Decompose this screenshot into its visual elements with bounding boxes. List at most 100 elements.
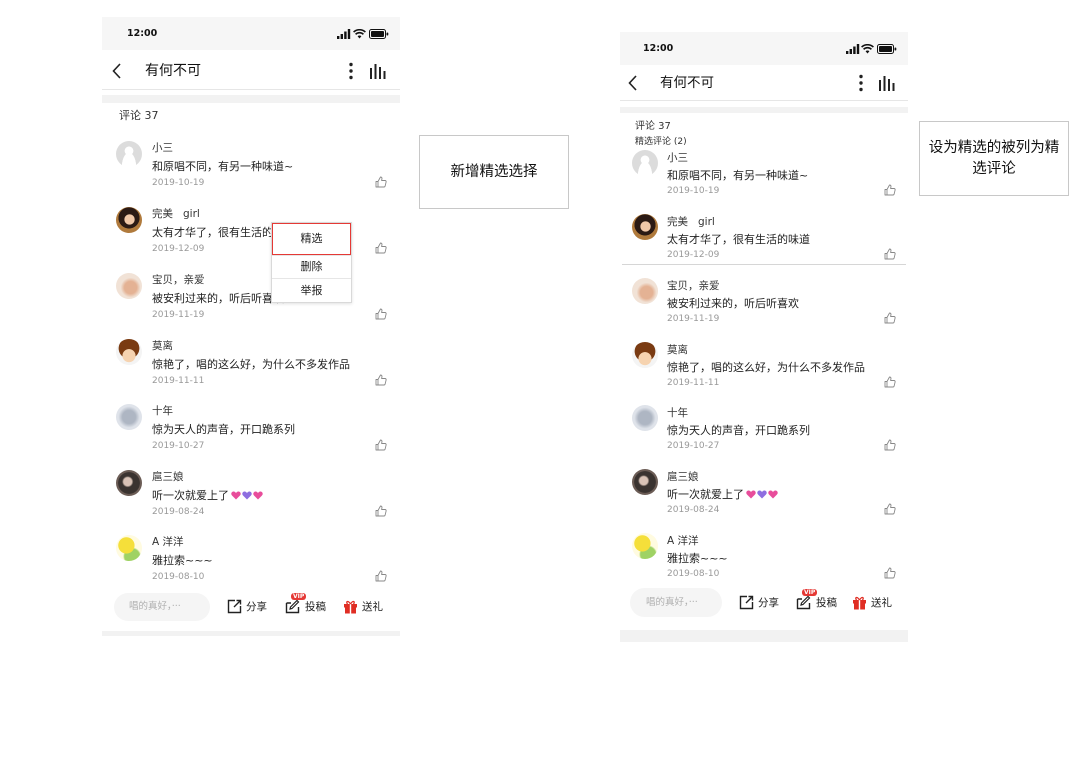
comment-date: 2019-08-10 xyxy=(152,572,205,582)
comment-author[interactable]: 完美 girl xyxy=(152,207,200,221)
more-dots-icon[interactable] xyxy=(348,62,354,80)
comment-item[interactable]: 小三 和原唱不同，有另一种味道~ 2019-10-19 xyxy=(102,141,400,199)
avatar[interactable] xyxy=(116,404,142,430)
featured-comment-item[interactable]: 小三 和原唱不同，有另一种味道~ 2019-10-19 xyxy=(620,150,908,209)
comment-input[interactable]: 唱的真好，··· xyxy=(114,593,210,621)
menu-item-delete[interactable]: 删除 xyxy=(272,255,351,278)
avatar[interactable] xyxy=(116,273,142,299)
avatar[interactable] xyxy=(632,533,658,559)
comment-item[interactable]: A 洋洋 雅拉索~~~ 2019-08-10 xyxy=(102,535,400,593)
comment-input[interactable]: 唱的真好，··· xyxy=(630,588,722,617)
comment-author[interactable]: 宝贝，亲爱 xyxy=(667,279,720,293)
thumbs-up-icon[interactable] xyxy=(375,242,387,254)
heart-emoji-icon xyxy=(231,491,241,500)
thumbs-up-icon[interactable] xyxy=(375,308,387,320)
equalizer-bars-icon[interactable] xyxy=(370,63,386,79)
thumbs-up-icon[interactable] xyxy=(884,184,896,196)
comment-author[interactable]: 莫离 xyxy=(667,343,688,357)
back-chevron-icon[interactable] xyxy=(112,63,122,79)
avatar[interactable] xyxy=(632,150,658,176)
comment-item[interactable]: 莫离 惊艳了，唱的这么好，为什么不多发作品 2019-11-11 xyxy=(620,342,908,401)
comment-author[interactable]: 扈三娘 xyxy=(667,470,699,484)
comment-text: 被安利过来的，听后听喜欢 xyxy=(152,292,284,305)
comment-item[interactable]: 扈三娘 听一次就爱上了 2019-08-24 xyxy=(620,469,908,528)
avatar[interactable] xyxy=(116,207,142,233)
bottom-gap xyxy=(102,631,400,636)
bottom-gap xyxy=(620,630,908,642)
avatar[interactable] xyxy=(632,214,658,240)
status-bar: 12:00 xyxy=(620,32,908,65)
comment-text: 雅拉索~~~ xyxy=(152,554,213,567)
comment-item[interactable]: A 洋洋 雅拉索~~~ 2019-08-10 xyxy=(620,533,908,592)
thumbs-up-icon[interactable] xyxy=(884,248,896,260)
thumbs-up-icon[interactable] xyxy=(884,503,896,515)
featured-divider xyxy=(622,264,906,265)
thumbs-up-icon[interactable] xyxy=(884,376,896,388)
comment-author[interactable]: 完美 girl xyxy=(667,215,715,229)
comment-author[interactable]: 小三 xyxy=(667,151,688,165)
comment-item[interactable]: 十年 惊为天人的声音，开口跪系列 2019-10-27 xyxy=(620,405,908,464)
comment-item[interactable]: 十年 惊为天人的声音，开口跪系列 2019-10-27 xyxy=(102,404,400,462)
wifi-icon xyxy=(861,44,874,54)
comment-author[interactable]: 小三 xyxy=(152,141,173,155)
thumbs-up-icon[interactable] xyxy=(375,374,387,386)
comment-item[interactable]: 扈三娘 听一次就爱上了 2019-08-24 xyxy=(102,470,400,528)
comment-text: 雅拉索~~~ xyxy=(667,552,728,565)
equalizer-bars-icon[interactable] xyxy=(879,75,895,91)
battery-icon xyxy=(369,29,389,39)
comment-author[interactable]: A 洋洋 xyxy=(152,535,184,549)
comment-item[interactable]: 宝贝，亲爱 被安利过来的，听后听喜欢 2019-11-19 xyxy=(102,273,400,331)
submit-button[interactable]: VIP 投稿 xyxy=(796,589,837,610)
gift-icon xyxy=(853,596,866,610)
share-icon xyxy=(227,599,242,614)
gift-button[interactable]: 送礼 xyxy=(343,599,383,614)
avatar[interactable] xyxy=(632,469,658,495)
avatar[interactable] xyxy=(632,278,658,304)
menu-item-report[interactable]: 举报 xyxy=(272,278,351,302)
back-chevron-icon[interactable] xyxy=(628,75,638,91)
avatar[interactable] xyxy=(116,470,142,496)
comment-text-content: 听一次就爱上了 xyxy=(152,489,229,502)
comment-author[interactable]: 莫离 xyxy=(152,339,173,353)
more-dots-icon[interactable] xyxy=(858,74,864,92)
thumbs-up-icon[interactable] xyxy=(375,570,387,582)
thumbs-up-icon[interactable] xyxy=(375,505,387,517)
comment-date: 2019-11-11 xyxy=(152,376,205,386)
comment-author[interactable]: 十年 xyxy=(667,406,688,420)
share-button[interactable]: 分享 xyxy=(227,599,267,614)
heart-emoji-icon xyxy=(757,490,767,499)
comment-author[interactable]: A 洋洋 xyxy=(667,534,699,548)
avatar[interactable] xyxy=(116,141,142,167)
comment-author[interactable]: 十年 xyxy=(152,404,173,418)
comment-text: 和原唱不同，有另一种味道~ xyxy=(152,160,294,173)
annotation-text: 新增精选选择 xyxy=(450,163,538,180)
gift-icon xyxy=(344,600,357,614)
comment-author[interactable]: 宝贝，亲爱 xyxy=(152,273,205,287)
thumbs-up-icon[interactable] xyxy=(884,567,896,579)
thumbs-up-icon[interactable] xyxy=(884,312,896,324)
avatar[interactable] xyxy=(632,342,658,368)
submit-button[interactable]: VIP 投稿 xyxy=(285,593,326,614)
share-label: 分享 xyxy=(246,601,267,613)
comment-text: 听一次就爱上了 xyxy=(667,488,779,503)
comment-item[interactable]: 完美 girl 太有才华了，很有生活的味道 2019-12-09 xyxy=(102,207,400,265)
comment-date: 2019-10-19 xyxy=(152,178,205,188)
comment-author[interactable]: 扈三娘 xyxy=(152,470,184,484)
menu-item-feature[interactable]: 精选 xyxy=(272,223,351,255)
emoji-group xyxy=(746,489,779,503)
comment-item[interactable]: 宝贝，亲爱 被安利过来的，听后听喜欢 2019-11-19 xyxy=(620,278,908,337)
avatar[interactable] xyxy=(632,405,658,431)
annotation-note: 设为精选的被列为精选评论 xyxy=(919,121,1069,196)
share-button[interactable]: 分享 xyxy=(739,595,779,610)
thumbs-up-icon[interactable] xyxy=(375,439,387,451)
thumbs-up-icon[interactable] xyxy=(375,176,387,188)
status-time: 12:00 xyxy=(127,28,158,39)
avatar[interactable] xyxy=(116,339,142,365)
heart-emoji-icon xyxy=(746,490,756,499)
comment-item[interactable]: 莫离 惊艳了，唱的这么好，为什么不多发作品 2019-11-11 xyxy=(102,339,400,397)
signal-icon xyxy=(846,44,860,54)
share-label: 分享 xyxy=(758,597,779,609)
gift-button[interactable]: 送礼 xyxy=(852,595,892,610)
thumbs-up-icon[interactable] xyxy=(884,439,896,451)
avatar[interactable] xyxy=(116,535,142,561)
